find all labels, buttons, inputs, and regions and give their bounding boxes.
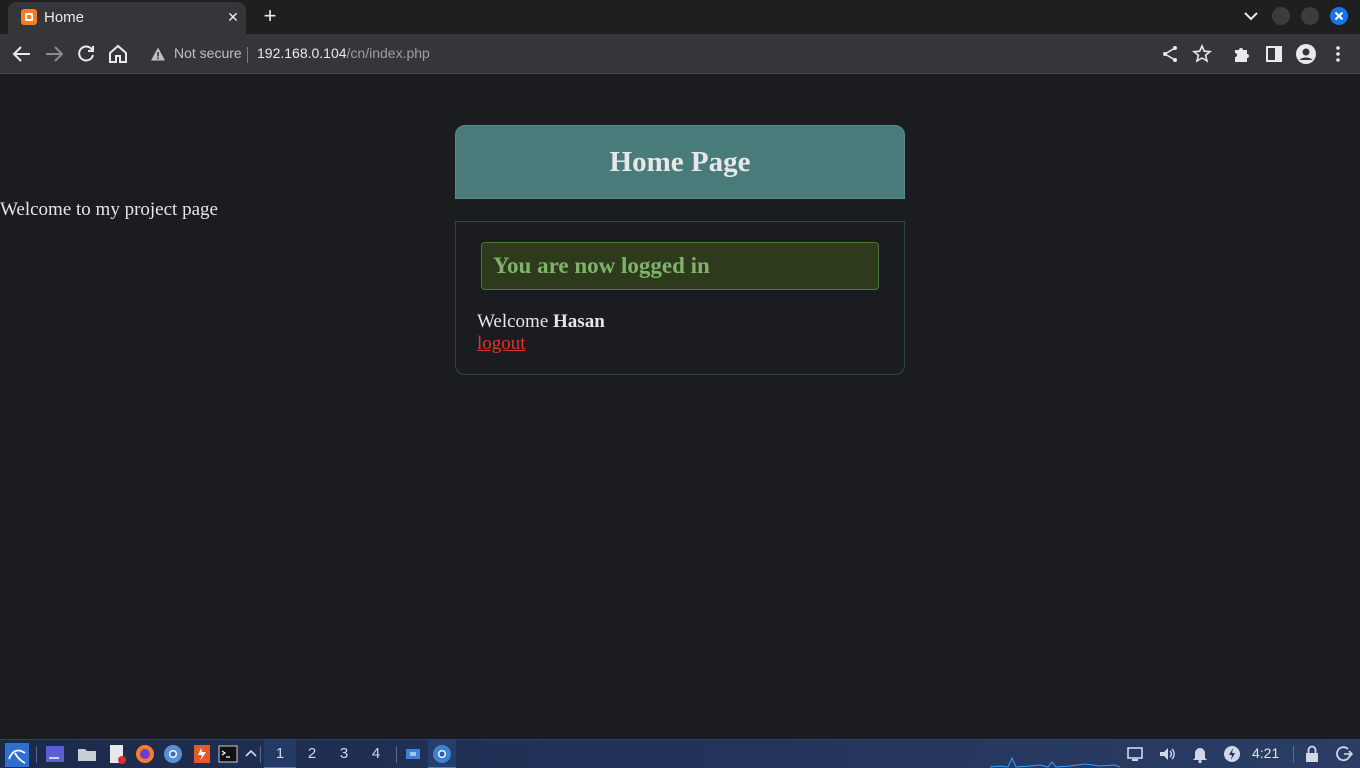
- kali-menu-icon[interactable]: [5, 743, 29, 767]
- warning-icon[interactable]: [150, 46, 166, 62]
- volume-icon[interactable]: [1157, 744, 1177, 764]
- clock[interactable]: 4:21: [1252, 745, 1279, 761]
- system-taskbar: 1 2 3 4 4:21: [0, 739, 1360, 768]
- menu-kebab-icon[interactable]: [1326, 42, 1350, 66]
- tab-home[interactable]: Home ✕: [8, 2, 246, 34]
- chromium-icon[interactable]: [163, 744, 183, 764]
- terminal-icon[interactable]: [218, 744, 238, 764]
- logout-power-icon[interactable]: [1334, 744, 1354, 764]
- tab-strip: Home ✕ +: [0, 0, 1360, 34]
- chevron-up-icon[interactable]: [241, 744, 261, 764]
- lock-icon[interactable]: [1302, 744, 1322, 764]
- maximize-button[interactable]: [1301, 7, 1319, 25]
- tab-title: Home: [44, 9, 85, 26]
- active-window-chromium[interactable]: [428, 740, 456, 768]
- text-editor-icon[interactable]: [107, 744, 127, 764]
- extensions-puzzle-icon[interactable]: [1230, 42, 1254, 66]
- username: Hasan: [553, 311, 605, 332]
- logout-link[interactable]: logout: [477, 333, 526, 355]
- url-path: /cn/index.php: [346, 45, 430, 61]
- reload-icon[interactable]: [74, 42, 98, 66]
- welcome-prefix: Welcome: [477, 311, 549, 332]
- firefox-icon[interactable]: [135, 744, 155, 764]
- burpsuite-icon[interactable]: [192, 744, 212, 764]
- content-panel: You are now logged in Welcome Hasan logo…: [455, 221, 905, 375]
- success-message: You are now logged in: [493, 253, 710, 278]
- taskbar-separator: [260, 746, 261, 763]
- workspace-4[interactable]: 4: [360, 740, 392, 768]
- share-icon[interactable]: [1158, 42, 1182, 66]
- home-icon[interactable]: [106, 42, 130, 66]
- success-alert: You are now logged in: [481, 242, 879, 290]
- taskbar-separator: [396, 746, 397, 763]
- url-text[interactable]: 192.168.0.104/cn/index.php: [257, 45, 430, 61]
- file-manager-icon[interactable]: [77, 744, 97, 764]
- xampp-favicon-icon: [21, 9, 37, 25]
- address-bar[interactable]: Not secure 192.168.0.104/cn/index.php: [140, 38, 1222, 70]
- chromium-window-icon: [433, 745, 451, 763]
- welcome-line: Welcome Hasan: [477, 311, 605, 333]
- workspace-2[interactable]: 2: [296, 740, 328, 768]
- notification-bell-icon[interactable]: [1190, 744, 1210, 764]
- browser-toolbar: Not secure 192.168.0.104/cn/index.php: [0, 34, 1360, 74]
- close-window-button[interactable]: [1330, 7, 1348, 25]
- window-app-icon[interactable]: [403, 744, 423, 764]
- new-tab-button[interactable]: +: [258, 5, 282, 29]
- intro-text: Welcome to my project page: [0, 199, 218, 220]
- show-desktop-icon[interactable]: [45, 744, 65, 764]
- tab-search-chevron-icon[interactable]: [1240, 5, 1262, 27]
- power-manager-icon[interactable]: [1222, 744, 1242, 764]
- profile-avatar-icon[interactable]: [1294, 42, 1318, 66]
- side-panel-icon[interactable]: [1262, 42, 1286, 66]
- network-graph-icon: [990, 756, 1120, 768]
- tab-close-icon[interactable]: ✕: [224, 8, 242, 26]
- taskbar-separator: [1293, 746, 1294, 763]
- page-title: Home Page: [609, 146, 751, 178]
- close-icon: [1334, 11, 1344, 21]
- address-divider: [247, 47, 248, 63]
- forward-arrow-icon[interactable]: [42, 42, 66, 66]
- url-host: 192.168.0.104: [257, 45, 347, 61]
- network-icon[interactable]: [1125, 744, 1145, 764]
- back-arrow-icon[interactable]: [10, 42, 34, 66]
- workspace-1[interactable]: 1: [264, 740, 296, 768]
- taskbar-separator: [36, 746, 37, 763]
- minimize-button[interactable]: [1272, 7, 1290, 25]
- page-header: Home Page: [455, 125, 905, 199]
- workspace-3[interactable]: 3: [328, 740, 360, 768]
- security-label[interactable]: Not secure: [174, 45, 242, 61]
- web-page: Welcome to my project page Home Page You…: [0, 75, 1360, 739]
- bookmark-star-icon[interactable]: [1190, 42, 1214, 66]
